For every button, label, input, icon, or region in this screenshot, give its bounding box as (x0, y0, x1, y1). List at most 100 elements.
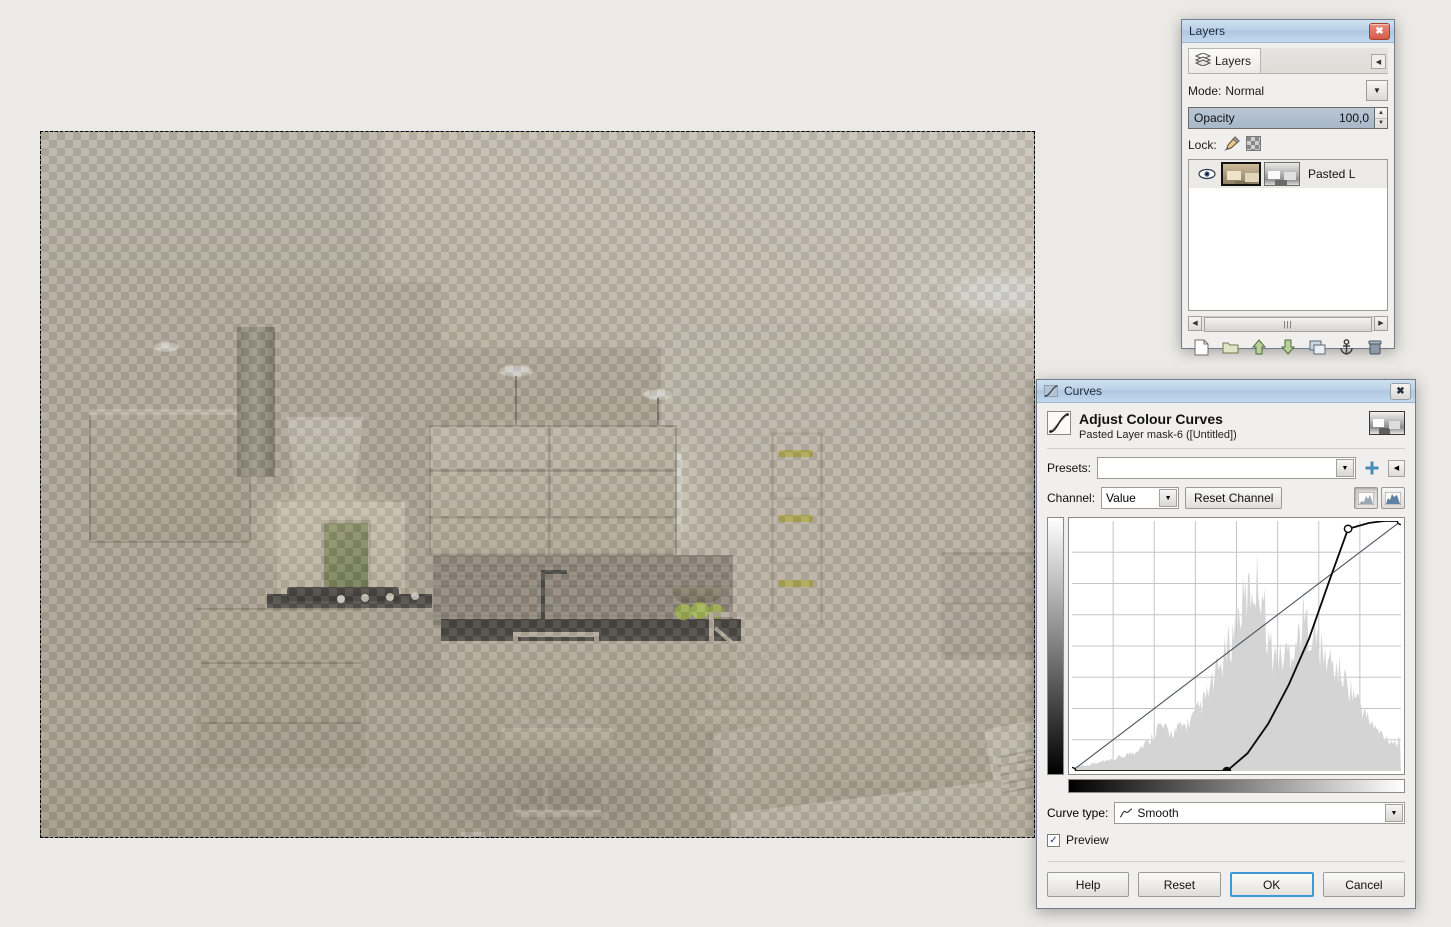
curves-heading: Adjust Colour Curves (1079, 411, 1223, 427)
curve-graph[interactable] (1067, 516, 1406, 776)
paintbrush-icon[interactable] (1223, 135, 1240, 155)
opacity-slider[interactable]: Opacity 100,0 (1188, 107, 1375, 129)
new-layer-button[interactable] (1191, 338, 1211, 356)
channel-value: Value (1106, 491, 1136, 505)
curve-plot[interactable] (1067, 516, 1406, 776)
shelf-book (779, 515, 813, 522)
reset-channel-button[interactable]: Reset Channel (1185, 487, 1283, 509)
cabinet-seam (201, 662, 361, 664)
mode-dropdown-button[interactable]: ▼ (1366, 80, 1388, 101)
linear-histogram-icon[interactable] (1354, 487, 1378, 509)
bar-stool (491, 632, 621, 837)
curve-type-label: Curve type: (1047, 806, 1109, 820)
new-layer-group-button[interactable] (1220, 338, 1240, 356)
output-gradient-bar (1047, 517, 1064, 775)
layer-mask-thumbnail[interactable] (1264, 162, 1300, 186)
layer-list[interactable]: Pasted L (1188, 159, 1388, 311)
delete-layer-button[interactable] (1365, 338, 1385, 356)
channel-label: Channel: (1047, 491, 1096, 505)
image-preview-thumbnail (1369, 411, 1405, 435)
layer-thumbnail[interactable] (1221, 162, 1261, 186)
preview-label[interactable]: Preview (1066, 833, 1109, 847)
layers-title: Layers (1189, 24, 1226, 38)
presets-combo[interactable]: ▼ (1097, 457, 1356, 479)
channel-combo[interactable]: Value ▼ (1101, 487, 1180, 509)
open-shelving-right (771, 432, 823, 627)
anchor-layer-button[interactable] (1336, 338, 1356, 356)
shelf-book (779, 450, 813, 457)
cancel-button[interactable]: Cancel (1322, 872, 1405, 897)
curves-dialog[interactable]: Curves ✖ Adjust Colour Curves Pasted Lay… (1036, 379, 1416, 909)
preview-checkbox[interactable]: ✓ (1047, 833, 1060, 847)
shelf (771, 562, 823, 565)
eye-icon[interactable] (1193, 168, 1221, 180)
ok-button[interactable]: OK (1229, 872, 1314, 897)
ceiling-soffit (381, 132, 1034, 347)
mode-value: Normal (1225, 83, 1265, 98)
image-canvas[interactable] (40, 131, 1035, 838)
help-button[interactable]: Help (1047, 872, 1130, 897)
histogram-scale-toggles (1354, 487, 1405, 509)
transparency-checker-icon[interactable] (1245, 136, 1261, 154)
reset-button[interactable]: Reset (1138, 872, 1221, 897)
base-cabinet-left (196, 608, 366, 768)
scroll-right-arrow-icon[interactable]: ▶ (1374, 315, 1388, 331)
presets-row: Presets: ▼ ◀ (1047, 457, 1405, 479)
dark-sphere-object (896, 837, 930, 838)
layers-titlebar[interactable]: Layers ✖ (1182, 20, 1394, 43)
cooktop-knob (361, 594, 369, 602)
cabinet-trim (89, 409, 251, 415)
chevron-down-icon[interactable]: ▼ (1385, 804, 1403, 822)
layer-list-hscrollbar[interactable]: ◀ ||| ▶ (1188, 315, 1388, 332)
layers-stack-icon (1194, 52, 1212, 69)
curves-icon (1044, 385, 1058, 397)
upper-cabinets-panels (429, 425, 677, 555)
input-gradient-bar (1068, 779, 1405, 793)
faucet (541, 570, 545, 622)
layers-toolbar (1188, 338, 1388, 356)
close-icon[interactable]: ✖ (1390, 382, 1411, 400)
fruit-bowl (671, 587, 723, 603)
preview-row[interactable]: ✓ Preview (1047, 833, 1405, 847)
chevron-down-icon[interactable]: ▼ (1159, 489, 1178, 507)
stepper-down-icon[interactable]: ▼ (1375, 119, 1387, 129)
lower-layer-button[interactable] (1278, 338, 1298, 356)
dock-menu-arrow-icon[interactable]: ◀ (1371, 54, 1386, 69)
smooth-curve-icon (1119, 807, 1133, 819)
scroll-left-arrow-icon[interactable]: ◀ (1188, 315, 1202, 331)
curve-graph-area (1047, 516, 1406, 776)
layers-dialog[interactable]: Layers ✖ Layers ◀ Mode: Normal ▼ Opacity… (1181, 19, 1395, 355)
duplicate-layer-button[interactable] (1307, 338, 1327, 356)
plus-icon[interactable] (1362, 458, 1382, 478)
opacity-label: Opacity (1194, 111, 1235, 125)
sofa-back-cushion (871, 660, 1034, 690)
logarithmic-histogram-icon[interactable] (1381, 487, 1405, 509)
chevron-down-icon[interactable]: ▼ (1336, 459, 1354, 477)
preset-menu-arrow-icon[interactable]: ◀ (1388, 459, 1405, 477)
tab-layers[interactable]: Layers (1188, 48, 1262, 73)
blend-mode-row: Mode: Normal ▼ (1188, 80, 1388, 101)
curves-subheading: Pasted Layer mask-6 ([Untitled]) (1079, 429, 1237, 441)
pasted-layer-image (41, 132, 1034, 837)
layer-name[interactable]: Pasted L (1308, 167, 1355, 181)
curves-titlebar[interactable]: Curves ✖ (1037, 380, 1415, 403)
lock-row: Lock: (1188, 135, 1388, 155)
opacity-stepper[interactable]: ▲ ▼ (1375, 107, 1388, 129)
ceiling-spot-light (153, 342, 179, 352)
layer-list-item[interactable]: Pasted L (1189, 160, 1387, 188)
raise-layer-button[interactable] (1249, 338, 1269, 356)
faucet-spout (541, 570, 567, 574)
scrollbar-trough[interactable]: ||| (1202, 315, 1374, 332)
shelf (942, 602, 1034, 605)
curve-type-combo[interactable]: Smooth ▼ (1114, 802, 1405, 824)
curves-title: Curves (1064, 384, 1103, 398)
opacity-row[interactable]: Opacity 100,0 ▲ ▼ (1188, 107, 1388, 129)
dialog-footer: Help Reset OK Cancel (1047, 861, 1405, 897)
scrollbar-thumb[interactable]: ||| (1204, 316, 1372, 332)
opacity-value: 100,0 (1338, 111, 1369, 125)
stepper-up-icon[interactable]: ▲ (1375, 108, 1387, 119)
chevron-down-icon: ▼ (1373, 86, 1381, 95)
dock-tab-row: Layers ◀ (1188, 48, 1388, 74)
close-icon[interactable]: ✖ (1369, 22, 1390, 40)
shelf-book (779, 580, 813, 587)
